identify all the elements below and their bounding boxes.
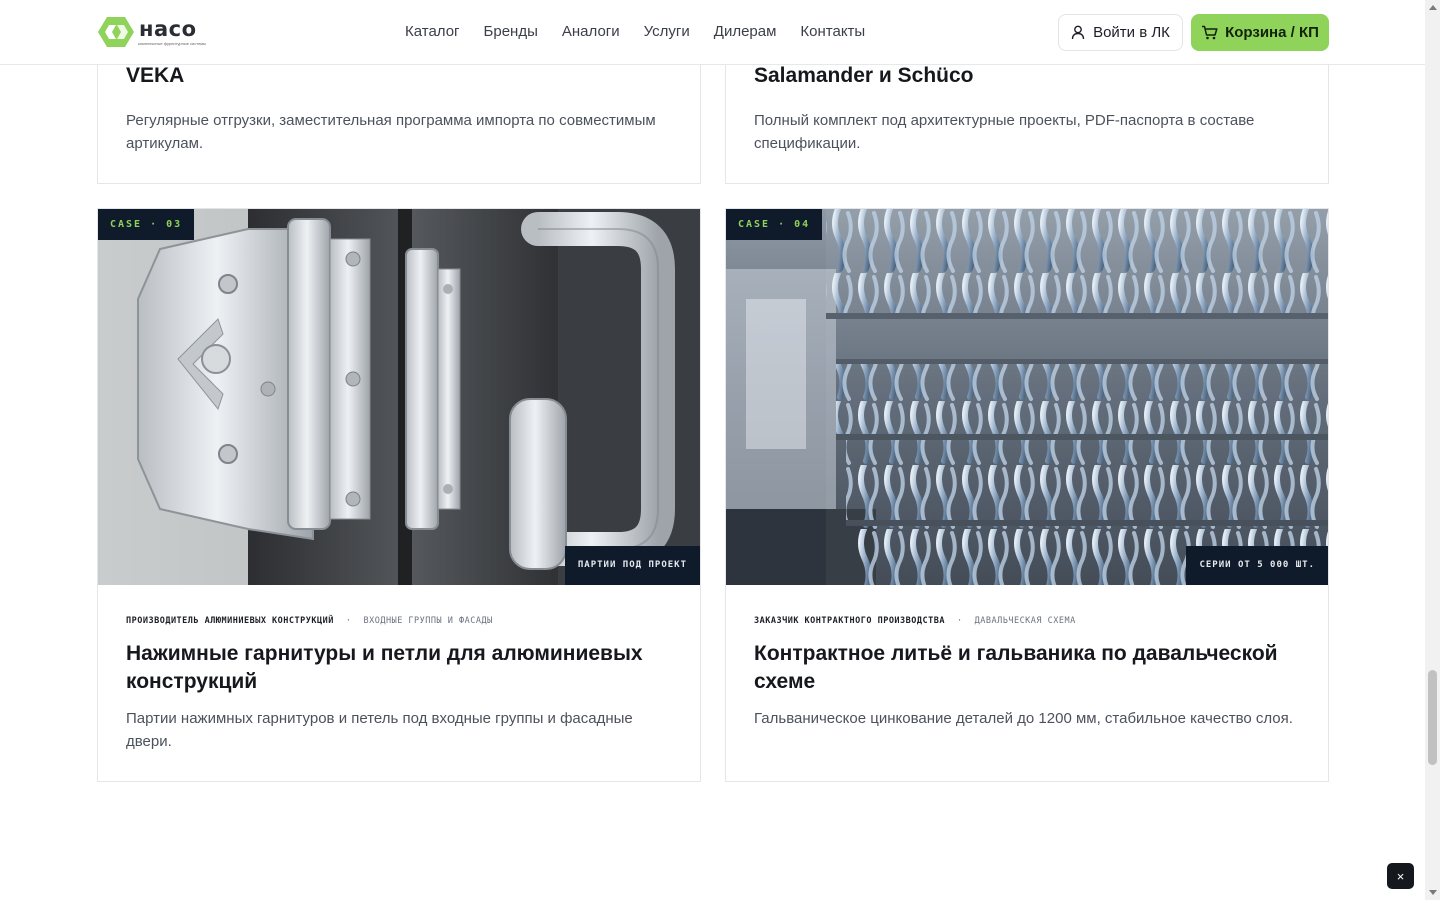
nav-services[interactable]: Услуги <box>644 22 690 42</box>
case-segment: ДАВАЛЬЧЕСКАЯ СХЕМА <box>974 616 1076 626</box>
site-header: насо комплексные фурнитурные системы Кат… <box>0 0 1425 65</box>
page-scrollbar[interactable] <box>1425 0 1440 900</box>
meta-separator: · <box>957 616 963 626</box>
case-tag: CASE · 04 <box>726 209 823 240</box>
scroll-down-arrow-icon[interactable] <box>1429 890 1437 895</box>
close-button[interactable]: × <box>1387 863 1414 889</box>
case-meta: ЗАКАЗЧИК КОНТРАКТНОГО ПРОИЗВОДСТВА · ДАВ… <box>754 616 1076 626</box>
case-client: ПРОИЗВОДИТЕЛЬ АЛЮМИНИЕВЫХ КОНСТРУКЦИЙ <box>126 616 334 626</box>
case-title: Контрактное литьё и гальваника по даваль… <box>754 642 1278 693</box>
case-card-04[interactable]: CASE · 04 СЕРИИ ОТ 5 000 ШТ. ЗАКАЗЧИК КО… <box>725 208 1329 782</box>
case-client: ЗАКАЗЧИК КОНТРАКТНОГО ПРОИЗВОДСТВА <box>754 616 945 626</box>
case-tag: CASE · 03 <box>98 209 195 240</box>
nav-contacts[interactable]: Контакты <box>800 22 865 42</box>
nav-catalog[interactable]: Каталог <box>405 22 460 42</box>
cart-icon <box>1202 25 1218 40</box>
case-description: Партии нажимных гарнитуров и петель под … <box>126 710 633 750</box>
close-icon: × <box>1396 868 1405 884</box>
card-title: VEKA <box>126 64 185 87</box>
card-description: Полный комплект под архитектурные проект… <box>754 112 1255 152</box>
case-meta: ПРОИЗВОДИТЕЛЬ АЛЮМИНИЕВЫХ КОНСТРУКЦИЙ · … <box>126 616 493 626</box>
login-label: Войти в ЛК <box>1093 24 1170 41</box>
case-image-galvanic-line: CASE · 04 СЕРИИ ОТ 5 000 ШТ. <box>726 209 1328 585</box>
case-badge: ПАРТИИ ПОД ПРОЕКТ <box>564 546 700 585</box>
logo-mark-icon <box>98 17 134 47</box>
user-icon <box>1071 25 1085 40</box>
case-card-03[interactable]: CASE · 03 ПАРТИИ ПОД ПРОЕКТ ПРОИЗВОДИТЕЛ… <box>97 208 701 782</box>
cart-button[interactable]: Корзина / КП <box>1191 14 1329 51</box>
nav-analogs[interactable]: Аналоги <box>562 22 620 42</box>
meta-separator: · <box>345 616 352 626</box>
logo-tagline: комплексные фурнитурные системы <box>138 41 206 46</box>
scrollbar-thumb[interactable] <box>1428 670 1437 765</box>
case-image-hinges: CASE · 03 ПАРТИИ ПОД ПРОЕКТ <box>98 209 700 585</box>
nav-dealers[interactable]: Дилерам <box>714 22 777 42</box>
case-title: Нажимные гарнитуры и петли для алюминиев… <box>126 642 643 693</box>
main-nav: Каталог Бренды Аналоги Услуги Дилерам Ко… <box>405 22 865 42</box>
case-description: Гальваническое цинкование деталей до 120… <box>754 710 1293 727</box>
logo-wordmark: насо <box>139 16 197 41</box>
cart-label: Корзина / КП <box>1225 24 1319 41</box>
case-segment: ВХОДНЫЕ ГРУППЫ И ФАСАДЫ <box>363 616 493 626</box>
scroll-up-arrow-icon[interactable] <box>1429 5 1437 10</box>
card-title: Salamander и Schüco <box>754 64 974 87</box>
nav-brands[interactable]: Бренды <box>484 22 538 42</box>
card-description: Регулярные отгрузки, заместительная прог… <box>126 112 656 152</box>
login-button[interactable]: Войти в ЛК <box>1058 14 1183 51</box>
case-badge: СЕРИИ ОТ 5 000 ШТ. <box>1186 546 1328 585</box>
brand-logo[interactable]: насо комплексные фурнитурные системы <box>98 14 210 50</box>
